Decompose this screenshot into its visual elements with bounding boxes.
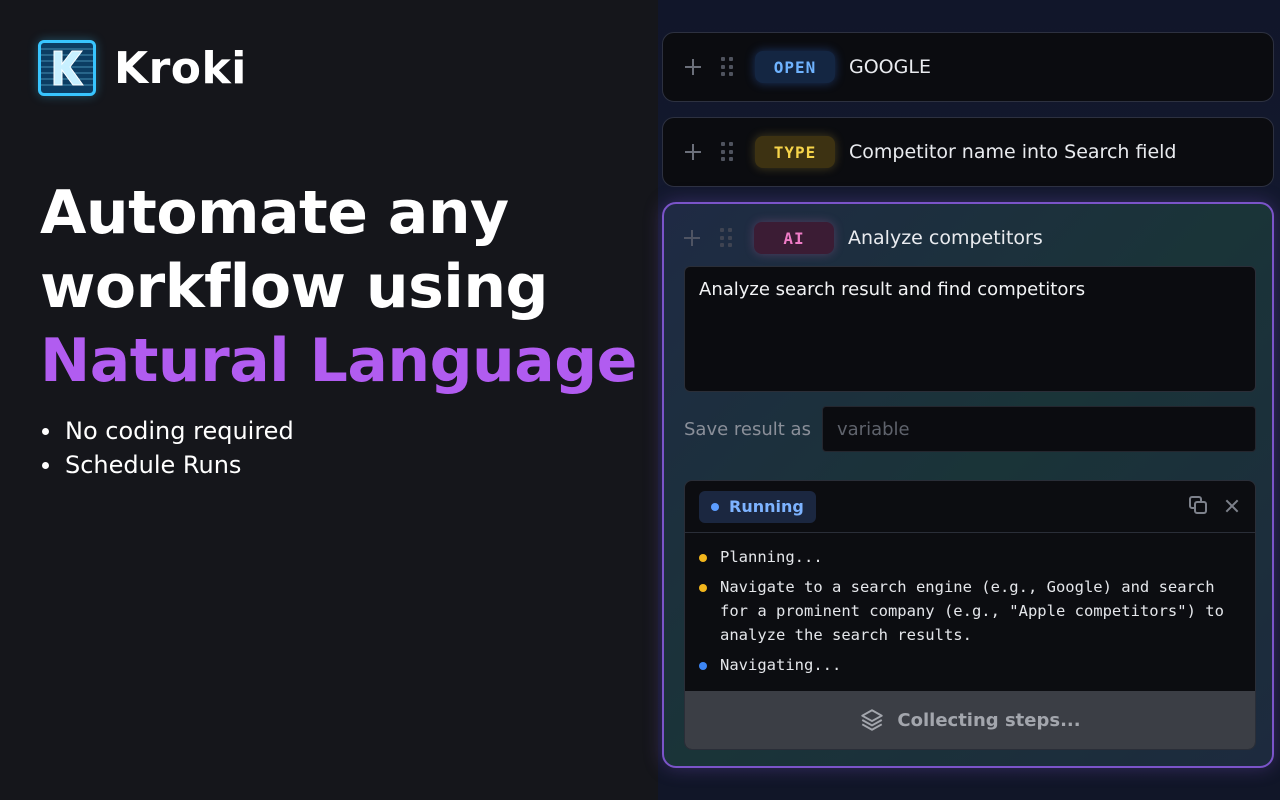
headline-line-2: workflow using: [40, 252, 549, 322]
log-item: Navigating...: [699, 653, 1241, 677]
hero-headline: Automate any workflow using Natural Lang…: [40, 176, 637, 398]
status-dot-icon: [711, 502, 719, 511]
log-item: Navigate to a search engine (e.g., Googl…: [699, 575, 1241, 647]
workflow-panel: OPEN GOOGLE TYPE Competitor name into Se…: [658, 0, 1280, 800]
step-badge-type: TYPE: [755, 136, 835, 168]
step-badge-ai: AI: [754, 222, 834, 254]
save-result-row: Save result as: [684, 406, 1256, 452]
log-dot-icon: [699, 554, 707, 562]
ai-prompt-textarea[interactable]: Analyze search result and find competito…: [684, 266, 1256, 392]
step-card-ai[interactable]: AI Analyze competitors Analyze search re…: [662, 202, 1274, 768]
drag-handle-icon[interactable]: [721, 142, 733, 162]
save-result-label: Save result as: [684, 418, 811, 440]
close-icon[interactable]: [1223, 497, 1241, 515]
step-badge-open: OPEN: [755, 51, 835, 83]
copy-icon[interactable]: [1189, 496, 1209, 516]
layers-icon: [861, 709, 884, 731]
bullet-icon: [42, 461, 49, 469]
plus-icon[interactable]: [682, 228, 702, 248]
step-label: Analyze competitors: [848, 227, 1043, 249]
drag-handle-icon[interactable]: [720, 228, 732, 248]
step-card-open[interactable]: OPEN GOOGLE: [662, 32, 1274, 102]
status-badge: Running: [699, 490, 816, 523]
log-dot-icon: [699, 584, 707, 592]
feature-item: No coding required: [40, 414, 294, 448]
plus-icon[interactable]: [683, 57, 703, 77]
run-log: Planning... Navigate to a search engine …: [685, 533, 1255, 677]
brand: Kroki: [38, 40, 247, 96]
hero-panel: Kroki Automate any workflow using Natura…: [0, 0, 658, 800]
drag-handle-icon[interactable]: [721, 57, 733, 77]
headline-line-1: Automate any: [40, 178, 509, 248]
collecting-steps-label: Collecting steps...: [897, 709, 1081, 731]
step-label: Competitor name into Search field: [849, 141, 1177, 163]
bullet-icon: [42, 427, 49, 435]
collecting-steps-bar: Collecting steps...: [685, 691, 1255, 749]
run-header: Running: [685, 481, 1255, 533]
plus-icon[interactable]: [683, 142, 703, 162]
brand-name: Kroki: [114, 42, 247, 94]
step-card-type[interactable]: TYPE Competitor name into Search field: [662, 117, 1274, 187]
step-label: GOOGLE: [849, 56, 931, 78]
run-output-panel: Running Planning... Navigate to a search…: [684, 480, 1256, 750]
log-item: Planning...: [699, 545, 1241, 569]
kroki-logo-icon: [38, 40, 96, 96]
headline-accent: Natural Language: [40, 326, 637, 396]
variable-name-input[interactable]: [822, 406, 1256, 452]
feature-list: No coding required Schedule Runs: [40, 414, 294, 482]
feature-item: Schedule Runs: [40, 448, 294, 482]
log-dot-icon: [699, 662, 707, 670]
